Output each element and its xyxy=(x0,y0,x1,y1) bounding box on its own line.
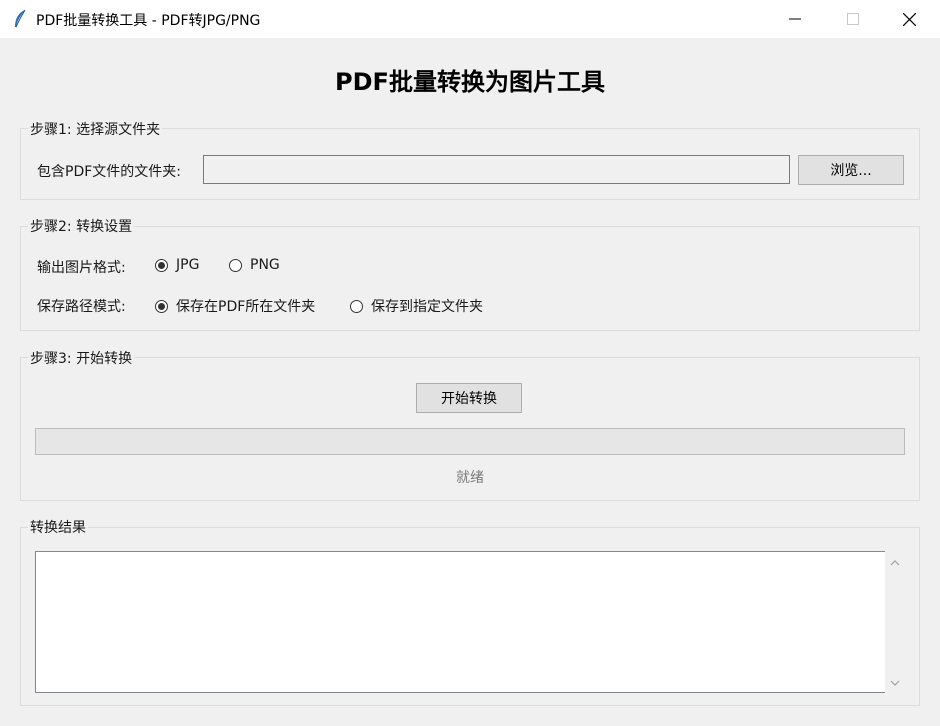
format-radio-png[interactable]: PNG xyxy=(229,257,280,273)
path-radio-pdf-folder[interactable]: 保存在PDF所在文件夹 xyxy=(155,296,315,316)
page-title: PDF批量转换为图片工具 xyxy=(335,68,605,96)
feather-icon xyxy=(15,9,26,28)
results-legend: 转换结果 xyxy=(28,517,88,537)
progress-bar xyxy=(35,428,905,455)
scroll-up-button[interactable] xyxy=(885,555,905,571)
format-radio-jpg[interactable]: JPG xyxy=(155,257,199,273)
close-button[interactable] xyxy=(880,0,938,38)
maximize-button[interactable] xyxy=(824,0,882,38)
chevron-up-icon xyxy=(890,560,900,566)
title-bar: PDF批量转换工具 - PDF转JPG/PNG xyxy=(0,0,940,38)
radio-selected-icon xyxy=(155,258,168,272)
format-option-label: PNG xyxy=(250,257,280,273)
radio-unselected-icon xyxy=(350,299,363,313)
results-textarea[interactable] xyxy=(35,551,885,693)
step3-legend: 步骤3: 开始转换 xyxy=(28,348,135,368)
folder-input[interactable] xyxy=(203,155,790,184)
radio-unselected-icon xyxy=(229,258,242,272)
path-option-label: 保存在PDF所在文件夹 xyxy=(176,299,316,315)
path-option-label: 保存到指定文件夹 xyxy=(371,299,483,315)
folder-label: 包含PDF文件的文件夹: xyxy=(37,164,181,180)
minimize-icon xyxy=(789,18,801,20)
chevron-down-icon xyxy=(890,680,900,686)
browse-button[interactable]: 浏览... xyxy=(798,155,904,185)
scroll-down-button[interactable] xyxy=(885,675,905,691)
path-mode-label: 保存路径模式: xyxy=(37,299,126,315)
radio-selected-icon xyxy=(155,299,168,313)
format-option-label: JPG xyxy=(176,257,200,273)
path-radio-custom-folder[interactable]: 保存到指定文件夹 xyxy=(350,296,483,316)
step1-legend: 步骤1: 选择源文件夹 xyxy=(28,119,163,139)
window-title: PDF批量转换工具 - PDF转JPG/PNG xyxy=(36,13,261,29)
maximize-icon xyxy=(847,13,859,25)
format-label: 输出图片格式: xyxy=(37,260,126,276)
status-text: 就绪 xyxy=(456,470,484,486)
start-convert-button[interactable]: 开始转换 xyxy=(416,383,522,413)
step2-legend: 步骤2: 转换设置 xyxy=(28,216,135,236)
close-icon xyxy=(902,12,916,26)
results-scrollbar[interactable] xyxy=(885,551,905,693)
minimize-button[interactable] xyxy=(766,0,824,38)
